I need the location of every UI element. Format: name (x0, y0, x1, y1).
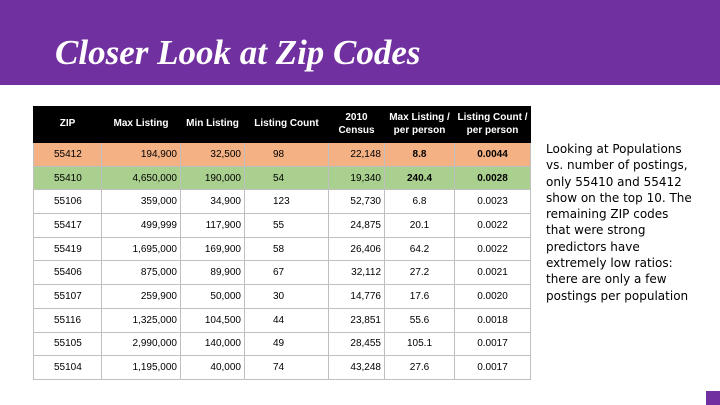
cell-count-per-person: 0.0044 (454, 142, 531, 167)
cell-zip: 55417 (33, 213, 102, 238)
header-min-listing: Min Listing (180, 106, 245, 143)
slide-title: Closer Look at Zip Codes (55, 33, 421, 72)
table-row: 55107 259,900 50,000 30 14,776 17.6 0.0020 (33, 284, 531, 309)
cell-max-per-person: 17.6 (384, 284, 455, 309)
cell-listing-count: 49 (244, 331, 329, 357)
cell-count-per-person: 0.0028 (454, 165, 531, 191)
cell-count-per-person: 0.0022 (454, 213, 531, 238)
header-census-2010: 2010 Census (328, 106, 385, 143)
cell-count-per-person: 0.0017 (454, 355, 531, 380)
table-row: 55116 1,325,000 104,500 44 23,851 55.6 0.0018 (33, 307, 531, 333)
header-max-listing: Max Listing (101, 106, 181, 143)
cell-min-listing: 190,000 (180, 165, 245, 191)
table-body: 55412 194,900 32,500 98 22,148 8.8 0.0044 55410… (33, 142, 531, 380)
cell-count-per-person: 0.0021 (454, 260, 531, 286)
cell-listing-count: 58 (244, 236, 329, 262)
cell-listing-count: 98 (244, 142, 329, 167)
table-row: 55105 2,990,000 140,000 49 28,455 105.1 0.0017 (33, 331, 531, 357)
cell-census-2010: 14,776 (328, 284, 385, 309)
cell-min-listing: 50,000 (180, 284, 245, 309)
cell-listing-count: 54 (244, 165, 329, 191)
table-row: 55419 1,695,000 169,900 58 26,406 64.2 0.0022 (33, 236, 531, 262)
table-header-row: ZIP Max Listing Min Listing Listing Coun… (33, 106, 531, 143)
cell-min-listing: 140,000 (180, 331, 245, 357)
cell-census-2010: 43,248 (328, 355, 385, 380)
cell-min-listing: 40,000 (180, 355, 245, 380)
header-listing-count: Listing Count (244, 106, 329, 143)
cell-census-2010: 24,875 (328, 213, 385, 238)
cell-zip: 55105 (33, 331, 102, 357)
cell-max-per-person: 27.2 (384, 260, 455, 286)
cell-census-2010: 28,455 (328, 331, 385, 357)
cell-listing-count: 67 (244, 260, 329, 286)
table-row: 55106 359,000 34,900 123 52,730 6.8 0.0023 (33, 189, 531, 215)
table-row: 55412 194,900 32,500 98 22,148 8.8 0.0044 (33, 142, 531, 167)
header-count-per-person: Listing Count / per person (454, 106, 531, 143)
cell-count-per-person: 0.0020 (454, 284, 531, 309)
cell-census-2010: 26,406 (328, 236, 385, 262)
cell-max-per-person: 20.1 (384, 213, 455, 238)
cell-min-listing: 169,900 (180, 236, 245, 262)
corner-accent (706, 391, 720, 405)
cell-min-listing: 32,500 (180, 142, 245, 167)
cell-max-per-person: 64.2 (384, 236, 455, 262)
cell-zip: 55104 (33, 355, 102, 380)
cell-listing-count: 30 (244, 284, 329, 309)
cell-max-listing: 1,195,000 (101, 355, 181, 380)
cell-zip: 55106 (33, 189, 102, 215)
cell-count-per-person: 0.0022 (454, 236, 531, 262)
cell-max-listing: 2,990,000 (101, 331, 181, 357)
cell-zip: 55419 (33, 236, 102, 262)
cell-min-listing: 89,900 (180, 260, 245, 286)
cell-max-per-person: 240.4 (384, 165, 455, 191)
cell-max-per-person: 8.8 (384, 142, 455, 167)
cell-max-listing: 259,900 (101, 284, 181, 309)
header-max-per-person: Max Listing / per person (384, 106, 455, 143)
header-zip: ZIP (33, 106, 102, 143)
cell-zip: 55410 (33, 165, 102, 191)
cell-census-2010: 52,730 (328, 189, 385, 215)
cell-max-listing: 359,000 (101, 189, 181, 215)
cell-max-per-person: 55.6 (384, 307, 455, 333)
cell-max-listing: 194,900 (101, 142, 181, 167)
cell-zip: 55406 (33, 260, 102, 286)
cell-min-listing: 117,900 (180, 213, 245, 238)
cell-listing-count: 55 (244, 213, 329, 238)
zip-code-table: ZIP Max Listing Min Listing Listing Coun… (33, 106, 531, 380)
cell-max-listing: 1,695,000 (101, 236, 181, 262)
table-row: 55406 875,000 89,900 67 32,112 27.2 0.0021 (33, 260, 531, 286)
table-row: 55410 4,650,000 190,000 54 19,340 240.4 0.0028 (33, 165, 531, 191)
cell-max-per-person: 27.6 (384, 355, 455, 380)
table-row: 55417 499,999 117,900 55 24,875 20.1 0.0022 (33, 213, 531, 238)
cell-max-per-person: 6.8 (384, 189, 455, 215)
cell-max-per-person: 105.1 (384, 331, 455, 357)
cell-census-2010: 23,851 (328, 307, 385, 333)
table-row: 55104 1,195,000 40,000 74 43,248 27.6 0.0017 (33, 355, 531, 380)
cell-listing-count: 123 (244, 189, 329, 215)
cell-zip: 55116 (33, 307, 102, 333)
cell-listing-count: 44 (244, 307, 329, 333)
cell-census-2010: 32,112 (328, 260, 385, 286)
cell-count-per-person: 0.0023 (454, 189, 531, 215)
cell-max-listing: 499,999 (101, 213, 181, 238)
cell-count-per-person: 0.0018 (454, 307, 531, 333)
cell-min-listing: 34,900 (180, 189, 245, 215)
cell-count-per-person: 0.0017 (454, 331, 531, 357)
cell-census-2010: 19,340 (328, 165, 385, 191)
cell-census-2010: 22,148 (328, 142, 385, 167)
cell-listing-count: 74 (244, 355, 329, 380)
side-note: Looking at Populations vs. number of pos… (546, 142, 692, 303)
cell-zip: 55412 (33, 142, 102, 167)
cell-min-listing: 104,500 (180, 307, 245, 333)
cell-max-listing: 4,650,000 (101, 165, 181, 191)
cell-zip: 55107 (33, 284, 102, 309)
cell-max-listing: 1,325,000 (101, 307, 181, 333)
cell-max-listing: 875,000 (101, 260, 181, 286)
